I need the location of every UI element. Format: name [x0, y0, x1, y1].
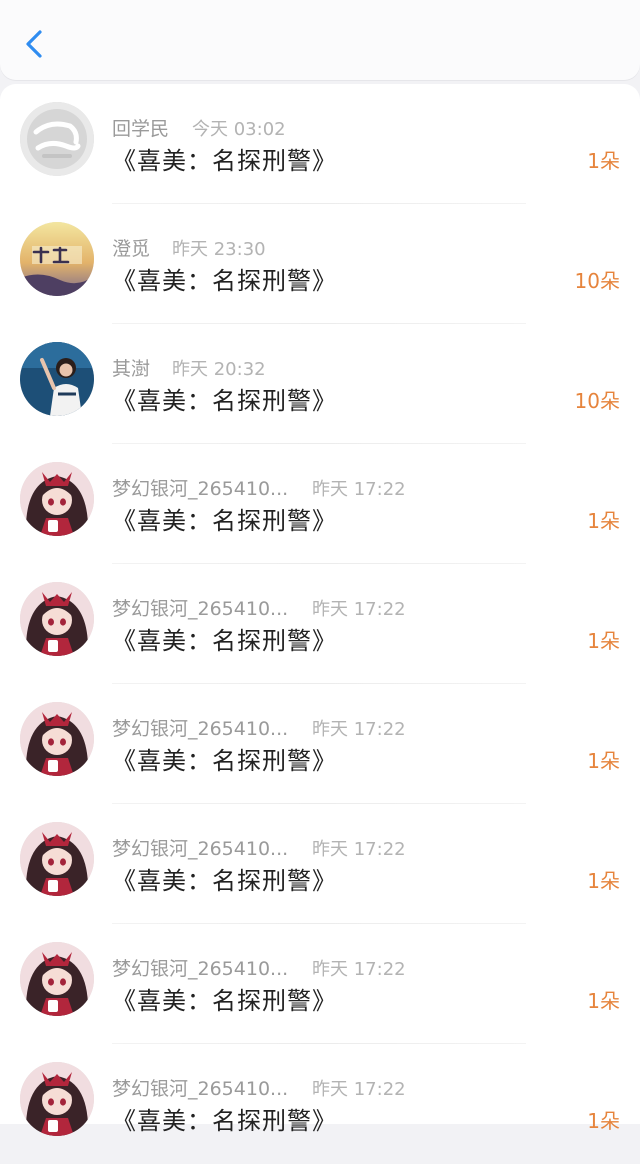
timestamp: 昨天 17:22 — [312, 599, 406, 620]
username: 梦幻银河_265410... — [112, 598, 289, 620]
timestamp: 昨天 17:22 — [312, 719, 406, 740]
avatar[interactable] — [20, 1062, 94, 1136]
avatar-anime-girl-image — [20, 1062, 94, 1136]
list-item[interactable]: 梦幻银河_265410... 昨天 17:22 《喜美：名探刑警》 1朵 — [0, 684, 640, 804]
avatar-anime-girl-image — [20, 702, 94, 776]
gift-amount: 1朵 — [587, 749, 620, 773]
book-title[interactable]: 《喜美：名探刑警》 — [112, 501, 337, 536]
gift-amount: 1朵 — [587, 869, 620, 893]
book-title[interactable]: 《喜美：名探刑警》 — [112, 261, 337, 296]
avatar[interactable] — [20, 702, 94, 776]
timestamp: 今天 03:02 — [192, 119, 286, 140]
username: 梦幻银河_265410... — [112, 1078, 289, 1100]
book-title[interactable]: 《喜美：名探刑警》 — [112, 861, 337, 896]
timestamp: 昨天 23:30 — [172, 239, 266, 260]
gift-amount: 1朵 — [587, 989, 620, 1013]
list-item[interactable]: 澄觅 昨天 23:30 《喜美：名探刑警》 10朵 — [0, 204, 640, 324]
avatar[interactable] — [20, 462, 94, 536]
username: 梦幻银河_265410... — [112, 958, 289, 980]
avatar-white-logo-image — [20, 102, 94, 176]
avatar[interactable] — [20, 342, 94, 416]
username: 其澍 — [112, 358, 151, 380]
chevron-left-icon — [26, 30, 42, 58]
list-item[interactable]: 梦幻银河_265410... 昨天 17:22 《喜美：名探刑警》 1朵 — [0, 1044, 640, 1164]
list-item[interactable]: 回学民 今天 03:02 《喜美：名探刑警》 1朵 — [0, 84, 640, 204]
avatar[interactable] — [20, 222, 94, 296]
avatar-anime-girl-image — [20, 942, 94, 1016]
avatar-anime-girl-image — [20, 582, 94, 656]
gift-amount: 1朵 — [587, 149, 620, 173]
list-item[interactable]: 梦幻银河_265410... 昨天 17:22 《喜美：名探刑警》 1朵 — [0, 924, 640, 1044]
gift-amount: 10朵 — [574, 269, 620, 293]
list-item[interactable]: 其澍 昨天 20:32 《喜美：名探刑警》 10朵 — [0, 324, 640, 444]
top-nav-bar — [0, 0, 640, 80]
timestamp: 昨天 17:22 — [312, 1079, 406, 1100]
list-item[interactable]: 梦幻银河_265410... 昨天 17:22 《喜美：名探刑警》 1朵 — [0, 444, 640, 564]
list-item[interactable]: 梦幻银河_265410... 昨天 17:22 《喜美：名探刑警》 1朵 — [0, 804, 640, 924]
book-title[interactable]: 《喜美：名探刑警》 — [112, 621, 337, 656]
timestamp: 昨天 17:22 — [312, 839, 406, 860]
book-title[interactable]: 《喜美：名探刑警》 — [112, 1101, 337, 1136]
gift-amount: 10朵 — [574, 389, 620, 413]
gift-amount: 1朵 — [587, 629, 620, 653]
username: 梦幻银河_265410... — [112, 718, 289, 740]
username: 梦幻银河_265410... — [112, 478, 289, 500]
book-title[interactable]: 《喜美：名探刑警》 — [112, 741, 337, 776]
book-title[interactable]: 《喜美：名探刑警》 — [112, 141, 337, 176]
username: 澄觅 — [112, 238, 151, 260]
timestamp: 昨天 17:22 — [312, 959, 406, 980]
timestamp: 昨天 20:32 — [172, 359, 266, 380]
username: 梦幻银河_265410... — [112, 838, 289, 860]
avatar[interactable] — [20, 102, 94, 176]
avatar-responsibility-image — [20, 222, 94, 296]
back-button[interactable] — [14, 22, 54, 66]
book-title[interactable]: 《喜美：名探刑警》 — [112, 381, 337, 416]
gift-amount: 1朵 — [587, 1109, 620, 1133]
avatar[interactable] — [20, 942, 94, 1016]
avatar[interactable] — [20, 822, 94, 896]
avatar-girl-sky-image — [20, 342, 94, 416]
gift-record-list: 回学民 今天 03:02 《喜美：名探刑警》 1朵 澄觅 昨天 23:30 《喜… — [0, 84, 640, 1136]
avatar-anime-girl-image — [20, 822, 94, 896]
book-title[interactable]: 《喜美：名探刑警》 — [112, 981, 337, 1016]
gift-amount: 1朵 — [587, 509, 620, 533]
avatar[interactable] — [20, 582, 94, 656]
avatar-anime-girl-image — [20, 462, 94, 536]
list-item[interactable]: 梦幻银河_265410... 昨天 17:22 《喜美：名探刑警》 1朵 — [0, 564, 640, 684]
username: 回学民 — [112, 118, 170, 140]
timestamp: 昨天 17:22 — [312, 479, 406, 500]
